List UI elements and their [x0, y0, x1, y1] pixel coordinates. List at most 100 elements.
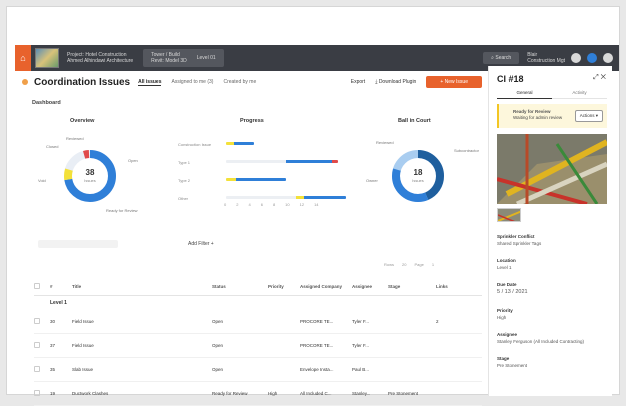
axis-tick: 8 — [272, 202, 276, 207]
cell-assignee: Tyler F... — [352, 319, 370, 324]
cell-assignee: Paul B... — [352, 367, 370, 372]
user-menu[interactable]: Blair Construction Mgt — [527, 52, 565, 64]
column-title[interactable]: Title — [72, 284, 212, 289]
issue-title: Sprinkler Conflict — [497, 234, 535, 239]
new-issue-button[interactable]: + New Issue — [426, 76, 482, 88]
actions-dropdown[interactable]: Actions ▾ — [574, 110, 603, 122]
group-header[interactable]: Level 1 — [34, 296, 482, 310]
overview-count: 38 — [85, 168, 95, 177]
bic-label-reviewed: Reviewed — [376, 140, 394, 145]
download-plugin-button[interactable]: ⤓ Download Plugin — [375, 79, 416, 85]
table-row[interactable]: 30 Field Issue Open PROCORE TE... Tyler … — [34, 310, 482, 334]
progress-bar — [226, 196, 346, 199]
field-location[interactable]: Location Level 1 — [497, 258, 607, 270]
axis-tick: 4 — [248, 202, 251, 207]
notifications-icon[interactable] — [587, 53, 597, 63]
ball-in-court-title: Ball in Court — [398, 118, 431, 124]
search-issues-input[interactable] — [38, 240, 118, 248]
column-priority[interactable]: Priority — [268, 284, 300, 289]
stage-value: Pre Stonement — [497, 363, 528, 368]
priority-label: Priority — [497, 308, 513, 313]
table-row[interactable]: 35 Slab Issue Open Envelope Insta... Pau… — [34, 358, 482, 382]
column-links[interactable]: Links — [436, 284, 466, 289]
home-icon: ⌂ — [20, 53, 26, 63]
assignee-value: Stanley Ferguson (All Included Contracti… — [497, 339, 585, 344]
breadcrumb-company: Ahmed Alhindawi Architecture — [67, 58, 134, 64]
field-title[interactable]: Sprinkler Conflict Shared Sprinkler Tags — [497, 234, 607, 246]
overview-label-void: Void — [38, 178, 46, 183]
status-banner: Ready for Review Waiting for admin revie… — [497, 104, 607, 128]
project-name[interactable]: Project: Hotel Construction Ahmed Alhind… — [67, 52, 133, 64]
row-checkbox[interactable] — [34, 366, 40, 372]
thumbnail-render — [498, 209, 520, 221]
cell-status: Open — [212, 343, 224, 348]
axis-tick: 10 — [285, 202, 290, 207]
project-thumbnail[interactable] — [35, 48, 59, 68]
ball-in-court-count-label: Issues — [412, 178, 424, 183]
rows-select[interactable]: 20 — [402, 262, 406, 267]
progress-axis: 0 2 4 6 8 10 12 14 — [224, 202, 319, 207]
cell-title: Field Issue — [72, 319, 94, 324]
stage-label: Stage — [497, 356, 510, 361]
table-row[interactable]: 19 Ductwork Clashes Ready for Review Hig… — [34, 382, 482, 406]
search-button[interactable]: ⌕ Search — [483, 52, 520, 64]
issues-table: # Title Status Priority Assigned Company… — [34, 278, 482, 406]
field-stage[interactable]: Stage Pre Stonement — [497, 356, 607, 368]
column-id[interactable]: # — [50, 284, 72, 289]
overview-donut[interactable]: 38 Issues — [60, 146, 120, 206]
axis-tick: 0 — [224, 202, 227, 207]
row-checkbox[interactable] — [34, 342, 40, 348]
column-stage[interactable]: Stage — [388, 284, 436, 289]
snapshot-thumbnail[interactable] — [497, 208, 521, 222]
page-select[interactable]: 1 — [432, 262, 434, 267]
cell-assignee: Stanley... — [352, 391, 371, 396]
field-due-date[interactable]: Due Date 5 / 13 / 2021 — [497, 282, 607, 295]
main-content: Coordination Issues All issues Assigned … — [8, 66, 486, 406]
rows-label: Rows — [384, 262, 395, 267]
actions-label: Actions — [579, 113, 595, 118]
overview-label-closed: Closed — [46, 144, 59, 149]
cell-stage: Pre Stonement — [388, 391, 419, 396]
axis-tick: 2 — [236, 202, 239, 207]
add-filter-button[interactable]: Add Filter + — [188, 241, 214, 247]
due-date-value: 5 / 13 / 2021 — [497, 289, 528, 295]
tab-activity[interactable]: Activity — [552, 90, 607, 99]
field-assignee[interactable]: Assignee Stanley Ferguson (All Included … — [497, 332, 607, 344]
table-row[interactable]: 37 Field Issue Open PROCORE TE... Tyler … — [34, 334, 482, 358]
column-status[interactable]: Status — [212, 284, 268, 289]
location-label: Location — [497, 258, 516, 263]
ball-in-court-donut[interactable]: 18 Issues — [388, 146, 448, 206]
model-selector[interactable]: Tower / Build Revit: Model 3D Level 01 — [143, 49, 224, 67]
field-priority[interactable]: Priority High — [497, 308, 607, 320]
select-all-checkbox[interactable] — [34, 283, 40, 289]
cell-assignee: Tyler F... — [352, 343, 370, 348]
row-checkbox[interactable] — [34, 318, 40, 324]
download-label: Download Plugin — [378, 79, 417, 85]
assignee-label: Assignee — [497, 332, 518, 337]
progress-bar — [226, 178, 286, 181]
expand-icon[interactable]: ⤢ — [593, 74, 599, 81]
axis-tick: 12 — [299, 202, 305, 207]
close-icon[interactable]: ✕ — [601, 74, 606, 81]
tab-general[interactable]: General — [497, 90, 552, 99]
snapshot-render — [497, 134, 607, 204]
table-header: # Title Status Priority Assigned Company… — [34, 278, 482, 296]
tab-created-by-me[interactable]: Created by me — [223, 79, 256, 85]
tab-assigned-to-me[interactable]: Assigned to me (3) — [171, 79, 213, 85]
export-button[interactable]: Export — [351, 79, 365, 85]
cell-title: Slab Issue — [72, 367, 94, 372]
pagination[interactable]: Rows 20 Page 1 — [384, 262, 434, 267]
model-snapshot-image[interactable] — [497, 134, 607, 204]
row-checkbox[interactable] — [34, 390, 40, 396]
help-icon[interactable] — [571, 53, 581, 63]
status-subtitle: Waiting for admin review — [513, 114, 563, 120]
cell-company: All Included C... — [300, 391, 332, 396]
progress-bar — [226, 160, 338, 163]
tab-all-issues[interactable]: All issues — [138, 79, 162, 86]
cell-id: 35 — [50, 367, 56, 372]
avatar[interactable] — [603, 53, 613, 63]
progress-row-label: Construction Issue — [178, 142, 212, 147]
column-assignee[interactable]: Assignee — [352, 284, 388, 289]
cell-company: PROCORE TE... — [300, 343, 334, 348]
column-assigned-company[interactable]: Assigned Company — [300, 284, 352, 289]
